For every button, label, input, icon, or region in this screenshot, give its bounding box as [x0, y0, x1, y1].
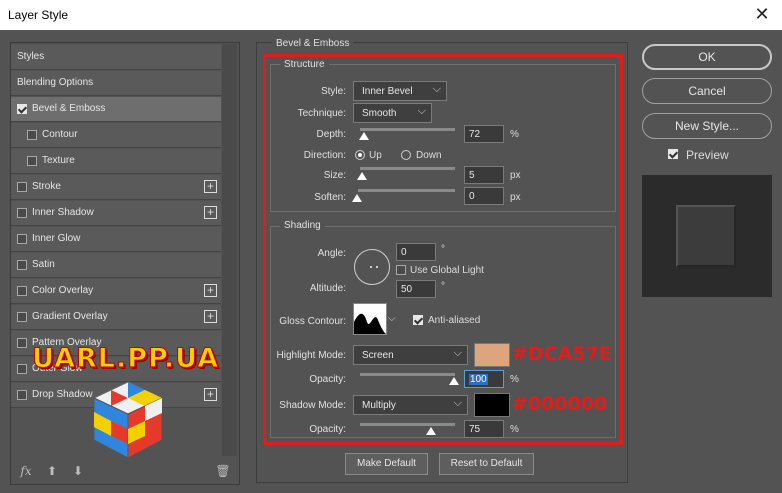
inner-glow-checkbox[interactable]: [17, 234, 27, 244]
sidebar-item-label: Contour: [42, 129, 78, 140]
sidebar-item-texture[interactable]: Texture: [11, 149, 221, 174]
sidebar-item-label: Color Overlay: [32, 285, 94, 296]
color-overlay-checkbox[interactable]: [17, 286, 27, 296]
sidebar-item-label: Drop Shadow: [32, 389, 93, 400]
sidebar-item-satin[interactable]: Satin: [11, 253, 221, 278]
sidebar-item-color-overlay[interactable]: Color Overlay +: [11, 279, 221, 304]
sidebar-item-inner-shadow[interactable]: Inner Shadow +: [11, 201, 221, 226]
sidebar-item-contour[interactable]: Contour: [11, 123, 221, 148]
sidebar-item-styles[interactable]: Styles: [11, 45, 221, 70]
sidebar-item-label: Inner Shadow: [32, 207, 94, 218]
sidebar-item-label: Gradient Overlay: [32, 311, 108, 322]
drop-shadow-checkbox[interactable]: [17, 390, 27, 400]
add-stroke-icon[interactable]: +: [204, 180, 217, 193]
sidebar-item-label: Satin: [32, 259, 55, 270]
close-icon[interactable]: ✕: [752, 4, 772, 24]
watermark-text: UARL.PP.UA: [31, 343, 220, 375]
bevel-emboss-checkbox[interactable]: [17, 104, 27, 114]
sidebar-item-stroke[interactable]: Stroke +: [11, 175, 221, 200]
add-color-overlay-icon[interactable]: +: [204, 284, 217, 297]
add-drop-shadow-icon[interactable]: +: [204, 388, 217, 401]
stroke-checkbox[interactable]: [17, 182, 27, 192]
rubiks-cube-logo: [92, 381, 164, 459]
styles-list-scrollbar[interactable]: [222, 44, 237, 456]
window-title: Layer Style: [8, 8, 69, 22]
trash-icon[interactable]: 🗑: [215, 463, 231, 479]
outer-glow-checkbox[interactable]: [17, 364, 27, 374]
add-gradient-overlay-icon[interactable]: +: [204, 310, 217, 323]
cancel-button[interactable]: Cancel: [642, 78, 772, 104]
sidebar-item-gradient-overlay[interactable]: Gradient Overlay +: [11, 305, 221, 330]
contour-checkbox[interactable]: [27, 130, 37, 140]
inner-shadow-checkbox[interactable]: [17, 208, 27, 218]
preview-checkbox[interactable]: [668, 149, 678, 159]
red-highlight-frame: [263, 54, 623, 445]
title-bar: Layer Style ✕: [0, 0, 782, 30]
sidebar-item-inner-glow[interactable]: Inner Glow: [11, 227, 221, 252]
sidebar-item-label: Bevel & Emboss: [32, 103, 106, 114]
bevel-emboss-title: Bevel & Emboss: [272, 38, 354, 49]
sidebar-item-label: Styles: [17, 51, 45, 62]
make-default-button[interactable]: Make Default: [345, 453, 428, 475]
gradient-overlay-checkbox[interactable]: [17, 312, 27, 322]
pattern-overlay-checkbox[interactable]: [17, 338, 27, 348]
sidebar-item-label: Stroke: [32, 181, 61, 192]
fx-icon[interactable]: fx: [18, 463, 34, 479]
satin-checkbox[interactable]: [17, 260, 27, 270]
sidebar-item-blending-options[interactable]: Blending Options: [11, 71, 221, 96]
style-preview-thumbnail: [676, 205, 736, 267]
reset-to-default-button[interactable]: Reset to Default: [439, 453, 534, 475]
sidebar-item-label: Inner Glow: [32, 233, 81, 244]
sidebar-item-label: Texture: [42, 155, 75, 166]
move-down-icon[interactable]: ⬇: [70, 463, 86, 479]
move-up-icon[interactable]: ⬆: [44, 463, 60, 479]
texture-checkbox[interactable]: [27, 156, 37, 166]
sidebar-item-label: Blending Options: [17, 77, 94, 88]
preview-label: Preview: [686, 148, 729, 162]
new-style-button[interactable]: New Style...: [642, 113, 772, 139]
add-inner-shadow-icon[interactable]: +: [204, 206, 217, 219]
sidebar-item-bevel-emboss[interactable]: Bevel & Emboss: [11, 97, 221, 122]
ok-button[interactable]: OK: [642, 44, 772, 70]
